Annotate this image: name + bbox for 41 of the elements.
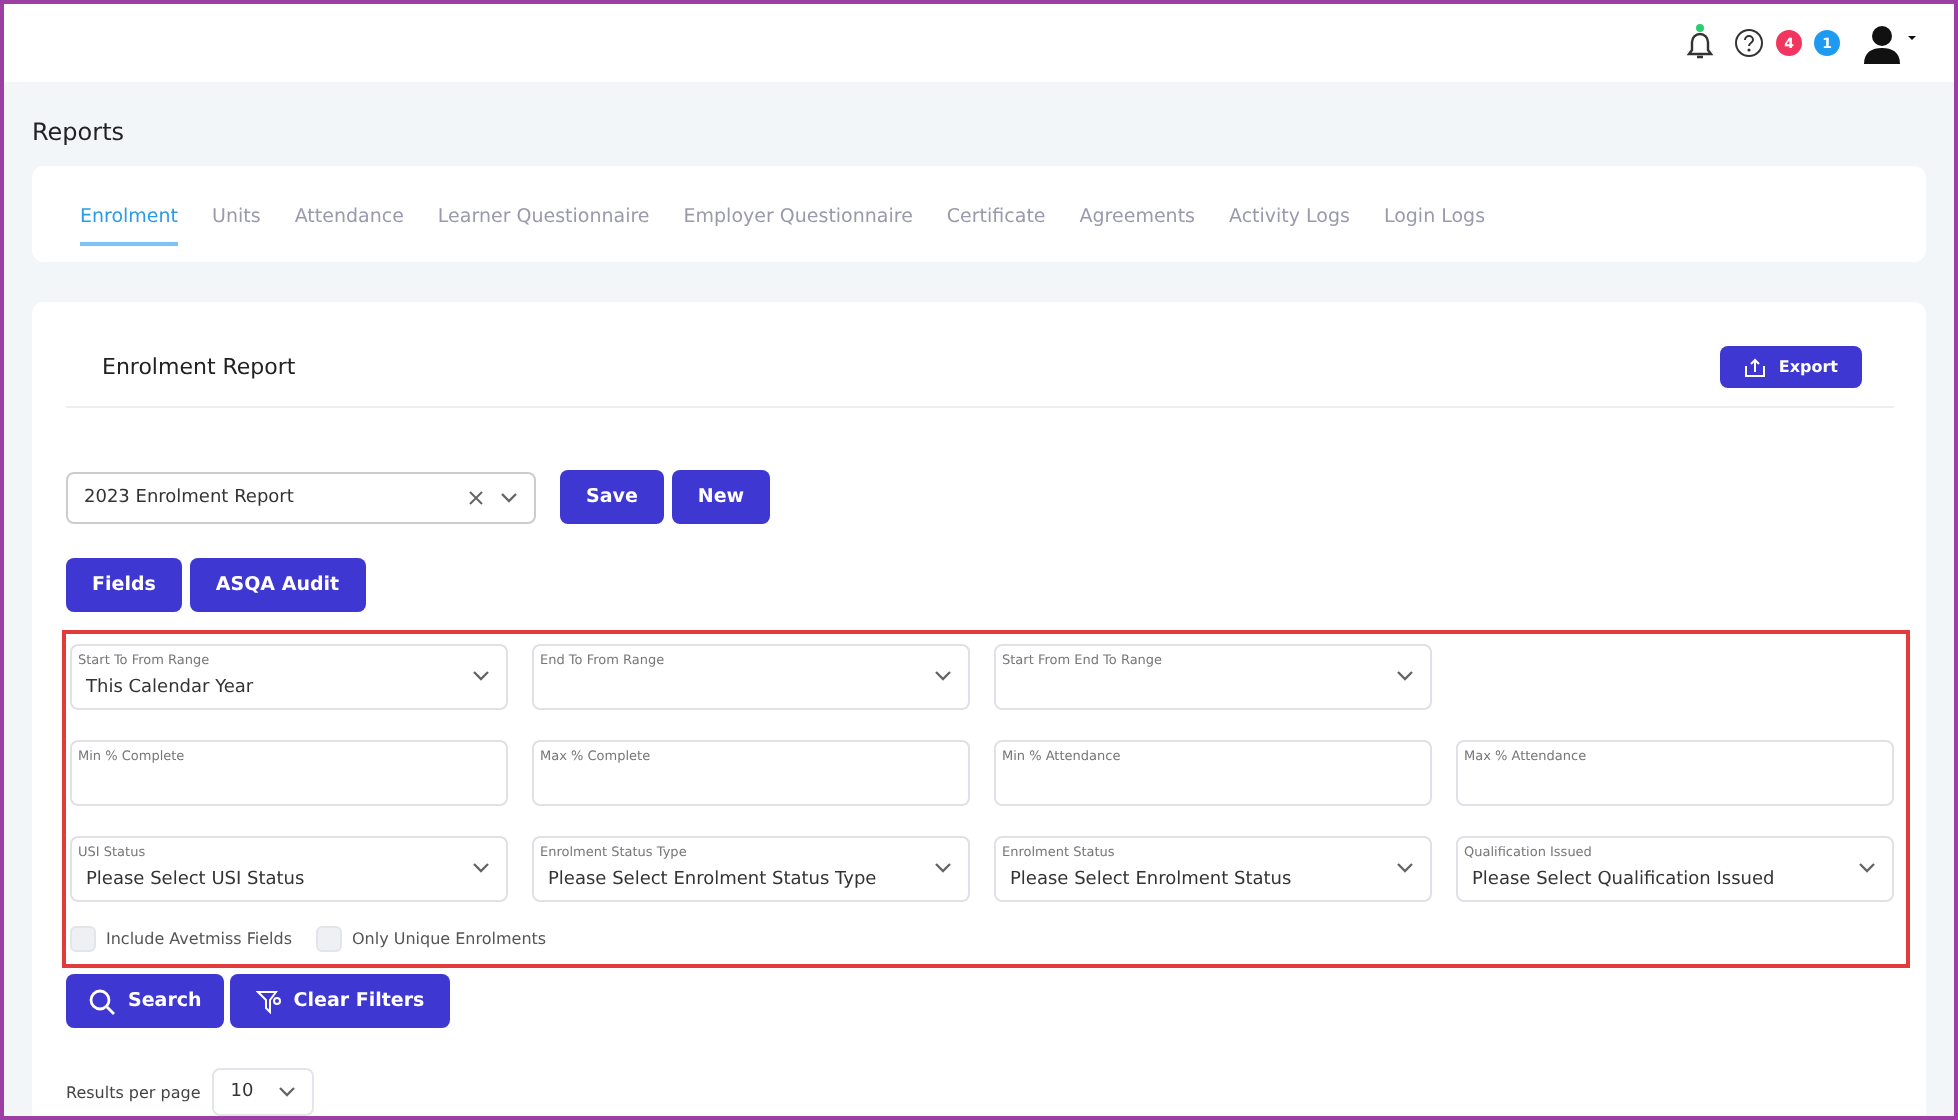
results-per-page-label: Results per page — [66, 1083, 201, 1101]
form-button[interactable]: Save — [560, 470, 664, 524]
checkbox-label: Include Avetmiss Fields — [106, 930, 292, 948]
checkbox[interactable] — [316, 926, 342, 952]
view-button[interactable]: Fields — [66, 558, 182, 612]
user-icon[interactable] — [1864, 23, 1918, 63]
chevron-down-icon — [472, 670, 490, 682]
upload-icon — [1744, 357, 1767, 377]
tab[interactable]: Agreements — [1079, 206, 1195, 246]
clear-filters-button[interactable]: Clear Filters — [229, 974, 451, 1028]
search-icon — [88, 987, 116, 1015]
chevron-down-icon — [500, 491, 518, 503]
form-button[interactable]: New — [671, 470, 771, 524]
page-title: Reports — [32, 118, 127, 146]
tab[interactable]: Activity Logs — [1229, 206, 1350, 246]
tab[interactable]: Learner Questionnaire — [437, 206, 650, 246]
checkbox-label: Only Unique Enrolments — [352, 930, 547, 948]
chevron-down-icon — [1396, 862, 1414, 874]
view-button[interactable]: ASQA Audit — [189, 558, 366, 612]
chevron-down-icon — [277, 1086, 296, 1098]
search-button[interactable]: Search — [66, 974, 224, 1028]
checkbox[interactable] — [70, 926, 96, 952]
bell-icon[interactable] — [1686, 24, 1714, 62]
page-size-select[interactable]: 10 — [212, 1068, 314, 1116]
clear-icon[interactable] — [468, 489, 484, 505]
chevron-down-icon — [934, 862, 952, 874]
report-select[interactable]: 2023 Enrolment Report — [66, 471, 536, 523]
chevron-down-icon — [472, 862, 490, 874]
help-icon[interactable] — [1734, 28, 1764, 58]
tab[interactable]: Attendance — [294, 206, 404, 246]
tab[interactable]: Enrolment — [80, 206, 179, 246]
filter-icon — [255, 989, 282, 1013]
tab[interactable]: Employer Questionnaire — [683, 206, 913, 246]
report-title: Enrolment Report — [102, 354, 296, 380]
tab[interactable]: Login Logs — [1383, 206, 1486, 246]
tab[interactable]: Certificate — [946, 206, 1046, 246]
export-button[interactable]: Export — [1720, 346, 1862, 388]
chevron-down-icon — [1396, 670, 1414, 682]
chevron-down-icon — [934, 670, 952, 682]
tab[interactable]: Units — [212, 206, 261, 246]
chevron-down-icon — [1858, 862, 1876, 874]
